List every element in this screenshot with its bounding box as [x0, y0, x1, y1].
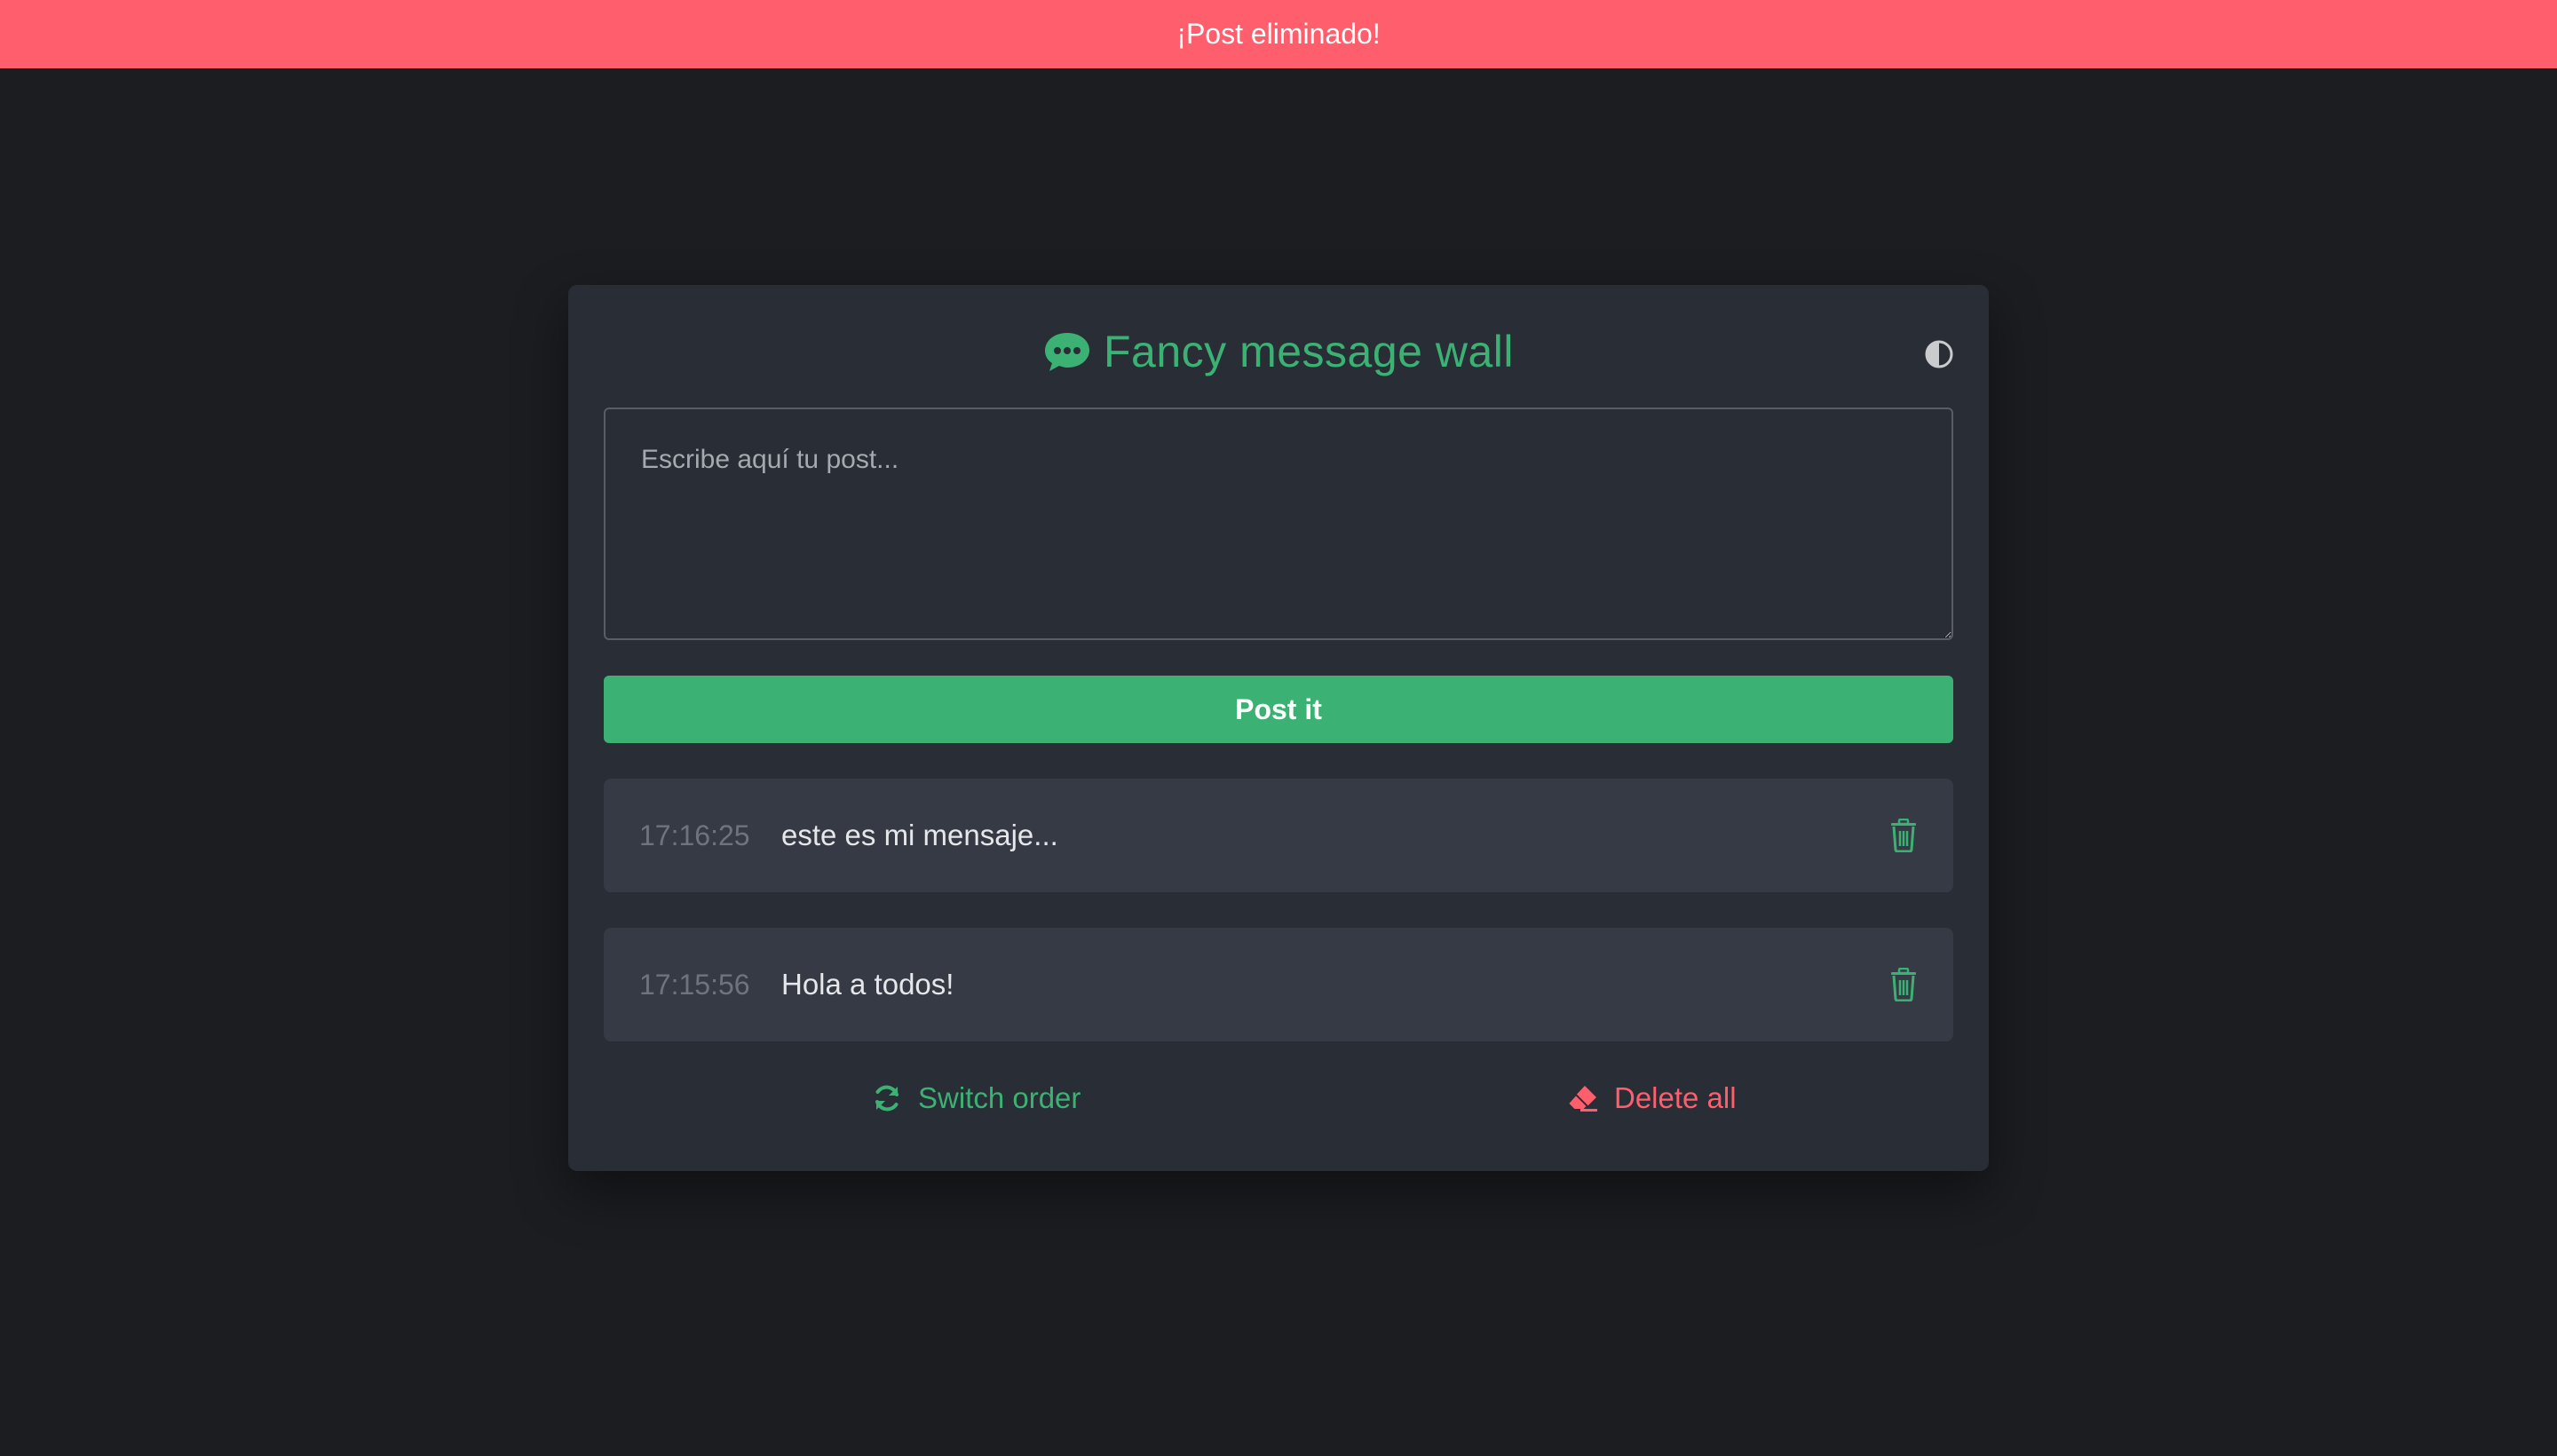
toast-message: ¡Post eliminado! [1176, 18, 1381, 50]
post-timestamp: 17:16:25 [639, 819, 750, 851]
contrast-half-circle-icon[interactable] [1925, 340, 1953, 368]
list-item: 17:16:25 este es mi mensaje... [604, 779, 1953, 892]
comment-dots-icon [1045, 333, 1090, 371]
posts-list: 17:16:25 este es mi mensaje... 17:15:56 … [604, 779, 1953, 1077]
trash-icon[interactable] [1889, 819, 1918, 852]
list-item: 17:15:56 Hola a todos! [604, 928, 1953, 1041]
eraser-icon [1566, 1086, 1597, 1112]
header: Fancy message wall [568, 320, 1989, 383]
delete-all-button[interactable]: Delete all [1566, 1072, 1737, 1125]
switch-order-label: Switch order [918, 1081, 1081, 1114]
switch-order-button[interactable]: Switch order [872, 1072, 1081, 1125]
post-it-button[interactable]: Post it [604, 676, 1953, 743]
page-title: Fancy message wall [1043, 326, 1514, 377]
post-textarea[interactable] [604, 408, 1953, 640]
trash-icon[interactable] [1889, 968, 1918, 1001]
delete-all-label: Delete all [1614, 1081, 1737, 1114]
footer-actions: Switch order Delete all [604, 1072, 1953, 1125]
message-wall-card: Fancy message wall Post it 17:16:25 este… [568, 285, 1989, 1171]
sync-arrows-icon [875, 1085, 899, 1112]
post-text: este es mi mensaje... [781, 819, 1058, 851]
post-timestamp: 17:15:56 [639, 968, 750, 1001]
toast-notification: ¡Post eliminado! [0, 0, 2557, 68]
title-text: Fancy message wall [1104, 327, 1514, 376]
post-text: Hola a todos! [781, 968, 954, 1001]
